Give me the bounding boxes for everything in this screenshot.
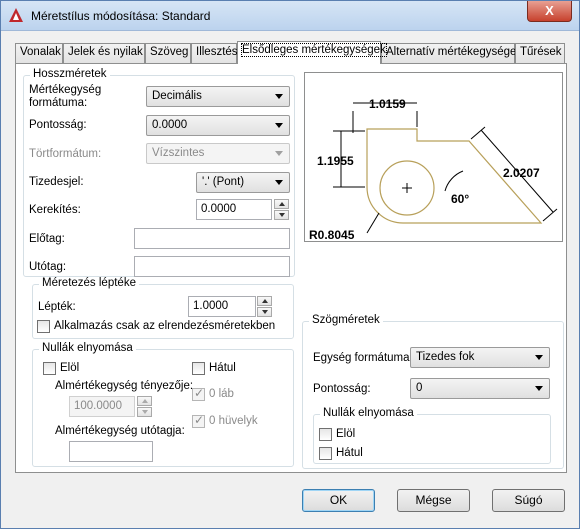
angular-leading-zero-label: Elöl [336,428,356,440]
layout-only-label: Alkalmazás csak az elrendezésméretekben [54,320,276,332]
angular-leading-zero-checkbox[interactable] [319,428,332,441]
group-title-zero-linear: Nullák elnyomása [39,342,136,354]
tab-lines[interactable]: Vonalak [15,43,63,63]
unit-format-select[interactable]: Decimális [146,86,290,107]
ok-button[interactable]: OK [302,489,375,512]
zero-inches-checkbox[interactable] [192,413,205,428]
zero-feet-checkbox[interactable] [192,386,205,401]
tab-fit[interactable]: Illesztés [191,43,238,63]
precision-label: Pontosság: [29,119,87,131]
suffix-label: Utótag: [29,261,67,273]
sub-unit-suffix-label: Almértékegység utótagja: [55,425,185,437]
trailing-zero-label: Hátul [209,362,236,374]
zero-feet-label: 0 láb [209,388,234,400]
group-title-angular: Szögméretek [309,314,383,326]
tab-text[interactable]: Szöveg [145,43,191,63]
preview-angle: 60° [451,192,469,206]
group-title-linear: Hosszméretek [30,68,110,80]
fraction-format-select[interactable]: Vízszintes [146,143,290,164]
zero-suppression-angular-group: Nullák elnyomása Elöl Hátul [313,407,551,464]
layout-only-checkbox[interactable] [37,320,50,333]
dimension-preview-drawing: 1.0159 1.1955 2.0207 60° R0.8045 [309,97,558,242]
decimal-separator-label: Tizedesjel: [29,176,84,188]
chevron-down-icon [275,180,283,185]
scale-factor-spinner[interactable] [257,296,272,317]
group-title-zero-angular: Nullák elnyomása [320,407,417,419]
angular-format-label: Egység formátuma: [313,352,413,364]
precision-select[interactable]: 0.0000 [146,115,290,136]
sub-unit-factor-input[interactable]: 100.0000 [69,396,135,417]
close-icon: X [545,3,554,18]
prefix-label: Előtag: [29,233,65,245]
round-off-label: Kerekítés: [29,204,81,216]
tab-strip: Vonalak Jelek és nyilak Szöveg Illesztés… [15,41,567,64]
tab-alternate-units[interactable]: Alternatív mértékegységek [381,43,522,63]
suffix-input[interactable] [134,256,290,277]
preview-pane: 1.0159 1.1955 2.0207 60° R0.8045 [304,72,563,242]
leading-zero-label: Elöl [60,362,80,374]
chevron-down-icon [535,386,543,391]
prefix-input[interactable] [134,228,290,249]
measurement-scale-group: Méretezés léptéke Lépték: 1.0000 Alkalma… [32,277,294,339]
unit-format-label-line2: formátuma: [29,97,88,109]
tab-tolerances[interactable]: Tűrések [515,43,565,63]
scale-factor-label: Lépték: [38,301,76,313]
tab-panel-primary-units: Hosszméretek Mértékegység formátuma: Dec… [15,63,567,473]
angular-trailing-zero-label: Hátul [336,447,363,459]
angular-format-select[interactable]: Tizedes fok [410,347,550,368]
sub-unit-factor-spinner[interactable] [137,396,152,417]
autocad-app-icon [9,8,23,22]
scale-factor-input[interactable]: 1.0000 [188,296,256,317]
sub-unit-factor-label: Almértékegység tényezője: [55,380,194,392]
cancel-button[interactable]: Mégse [397,489,470,512]
preview-dim-left: 1.1955 [317,154,354,168]
leading-zero-checkbox[interactable] [43,362,56,375]
group-title-scale: Méretezés léptéke [39,277,139,289]
close-button[interactable]: X [527,1,572,22]
chevron-down-icon [275,151,283,156]
angular-trailing-zero-checkbox[interactable] [319,447,332,460]
chevron-down-icon [535,355,543,360]
window-title: Méretstílus módosítása: Standard [31,9,211,23]
chevron-down-icon [275,123,283,128]
dialog-window: Méretstílus módosítása: Standard X Vonal… [0,0,580,529]
angular-precision-select[interactable]: 0 [410,378,550,399]
decimal-separator-select[interactable]: '.' (Pont) [196,172,290,193]
preview-radius: R0.8045 [309,228,355,241]
angular-precision-label: Pontosság: [313,383,371,395]
preview-dim-right: 2.0207 [503,166,540,180]
angular-dimensions-group: Szögméretek Egység formátuma: Tizedes fo… [302,314,564,469]
round-off-spinner[interactable] [274,199,289,220]
fraction-format-label: Törtformátum: [29,148,102,160]
help-button[interactable]: Súgó [492,489,565,512]
tab-symbols-arrows[interactable]: Jelek és nyilak [63,43,145,63]
linear-dimensions-group: Hosszméretek Mértékegység formátuma: Dec… [23,68,295,277]
chevron-down-icon [275,94,283,99]
round-off-input[interactable]: 0.0000 [196,199,272,220]
unit-format-label: Mértékegység [29,84,102,96]
title-bar: Méretstílus módosítása: Standard X [1,1,579,31]
zero-inches-label: 0 hüvelyk [209,415,258,427]
trailing-zero-checkbox[interactable] [192,362,205,375]
sub-unit-suffix-input[interactable] [69,441,153,462]
tab-primary-units[interactable]: Elsődleges mértékegységek [237,41,387,64]
preview-dim-top: 1.0159 [369,97,406,111]
zero-suppression-linear-group: Nullák elnyomása Elöl Hátul Almértékegys… [32,342,294,467]
